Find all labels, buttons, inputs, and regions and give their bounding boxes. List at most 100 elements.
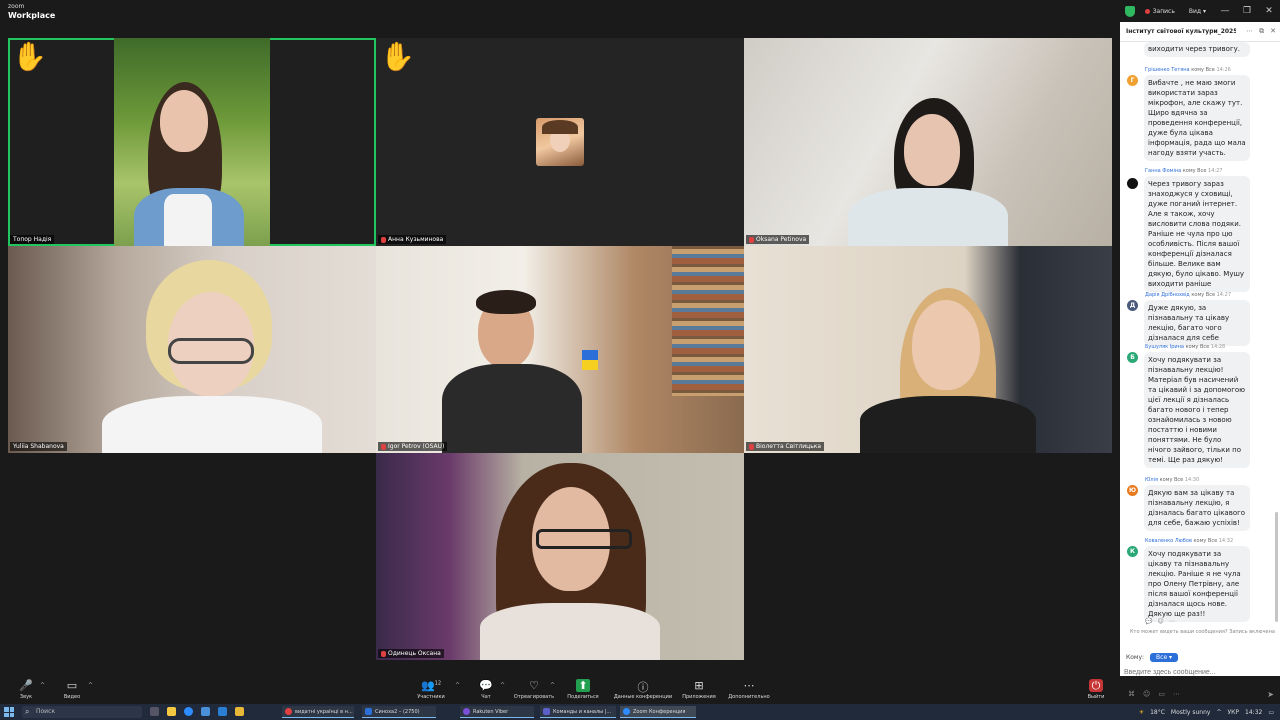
sender-name: Грішенко Тетяна bbox=[1145, 67, 1190, 73]
more-label: Дополнительно bbox=[728, 694, 770, 700]
popout-icon[interactable]: ⧉ bbox=[1259, 27, 1264, 36]
vscode-icon[interactable] bbox=[218, 707, 227, 716]
participant-name-tag: Oksana Petinova bbox=[746, 235, 810, 244]
minimize-icon: — bbox=[1220, 6, 1230, 16]
video-tile-7[interactable]: Одинець Оксана bbox=[376, 453, 744, 660]
taskbar-app-chrome[interactable]: видатні українці в н... bbox=[282, 706, 354, 718]
more-button[interactable]: ⋯ Дополнительно bbox=[727, 679, 771, 700]
participant-name-tag: Анна Кузьминова bbox=[378, 235, 447, 244]
weather-temp[interactable]: 18°C bbox=[1150, 709, 1165, 716]
participant-name-tag: Топор Надія bbox=[10, 235, 55, 244]
taskbar-app-label: Rakuten Viber bbox=[473, 708, 509, 715]
message-actions: 💬 ☺ ⋯ bbox=[1145, 618, 1175, 625]
chat-caret-icon[interactable]: ^ bbox=[500, 682, 505, 689]
message-recipient: кому Все bbox=[1191, 67, 1215, 73]
title-bar: zoom Workplace Запись Вид ▾ — ❐ ✕ bbox=[0, 0, 1280, 22]
view-button[interactable]: Вид ▾ bbox=[1189, 8, 1206, 15]
chat-input[interactable] bbox=[1124, 667, 1274, 677]
audio-options-caret-icon[interactable]: ^ bbox=[40, 682, 45, 689]
more-icon[interactable]: ⋯ bbox=[1169, 618, 1175, 625]
sender-avatar: Д bbox=[1127, 300, 1138, 311]
zoom-icon bbox=[623, 708, 630, 715]
tray-caret-icon[interactable]: ^ bbox=[1216, 709, 1221, 716]
react-button[interactable]: ♡ Отреагировать bbox=[514, 679, 554, 700]
close-window-button[interactable]: ✕ bbox=[1258, 0, 1280, 22]
weather-desc[interactable]: Mostly sunny bbox=[1171, 709, 1211, 716]
video-button[interactable]: ▭ Видео bbox=[52, 679, 92, 700]
participants-button[interactable]: 👥12 Участники bbox=[411, 679, 451, 700]
taskbar-app-zoom[interactable]: Zoom Конференция bbox=[620, 706, 696, 718]
taskbar-app-mail[interactable]: Синоха2 – (2750) bbox=[362, 706, 436, 718]
visibility-notice[interactable]: Кто может видеть ваши сообщения? Запись … bbox=[1130, 629, 1278, 636]
clock[interactable]: 14:32 bbox=[1245, 709, 1262, 716]
restore-button[interactable]: ❐ bbox=[1236, 0, 1258, 22]
share-button[interactable]: ⬆ Поделиться bbox=[563, 679, 603, 700]
video-feed bbox=[376, 453, 744, 660]
meeting-info-button[interactable]: ⓘ Данные конференции bbox=[614, 679, 672, 700]
notification-icon[interactable]: ▭ bbox=[1268, 709, 1274, 716]
video-options-caret-icon[interactable]: ^ bbox=[88, 682, 93, 689]
video-tile-3[interactable]: Oksana Petinova bbox=[744, 38, 1112, 246]
participant-name: Анна Кузьминова bbox=[388, 236, 444, 243]
message-time: 14:28 bbox=[1210, 344, 1226, 350]
explorer-icon[interactable] bbox=[167, 707, 176, 716]
taskbar-app-teams[interactable]: Команды и каналы |... bbox=[540, 706, 616, 718]
raised-hand-icon: ✋ bbox=[380, 40, 415, 73]
message-time: 14:26 bbox=[1216, 67, 1231, 73]
apps-label: Приложения bbox=[682, 694, 716, 700]
reply-icon[interactable]: 💬 bbox=[1145, 618, 1152, 625]
record-label[interactable]: Запись bbox=[1153, 8, 1175, 15]
browser-icon[interactable] bbox=[184, 707, 193, 716]
more-options-icon[interactable]: ⋯ bbox=[1246, 27, 1253, 36]
folder-icon[interactable] bbox=[235, 707, 244, 716]
info-icon: ⓘ bbox=[637, 681, 649, 694]
format-icon[interactable]: ⌘ bbox=[1128, 690, 1135, 698]
video-tile-2[interactable]: ✋ Анна Кузьминова bbox=[376, 38, 744, 246]
avatar-letter: Г bbox=[1130, 77, 1135, 84]
chat-message: Хочу подякувати за цікаву та пізнавальну… bbox=[1144, 546, 1250, 622]
security-shield-icon[interactable] bbox=[1124, 5, 1135, 17]
minimize-button[interactable]: — bbox=[1214, 0, 1236, 22]
video-tile-6[interactable]: Віолетта Світлицька bbox=[744, 246, 1112, 453]
react-caret-icon[interactable]: ^ bbox=[550, 682, 555, 689]
taskbar-search[interactable]: Поиск bbox=[22, 706, 142, 718]
system-tray: ☀ 18°C Mostly sunny ^ УКР 14:32 ▭ bbox=[1139, 706, 1274, 718]
participants-icon: 👥12 bbox=[421, 679, 441, 692]
close-chat-icon[interactable]: ✕ bbox=[1270, 27, 1276, 36]
os-taskbar: Поиск видатні українці в н... Синоха2 – … bbox=[0, 704, 1280, 720]
task-view-icon[interactable] bbox=[150, 707, 159, 716]
video-tile-4[interactable]: Yuliia Shabanova bbox=[8, 246, 376, 453]
heart-icon: ♡ bbox=[529, 679, 539, 692]
emoji-icon[interactable]: ☺ bbox=[1157, 618, 1163, 625]
flag bbox=[582, 350, 598, 370]
recipient-value: Все bbox=[1156, 654, 1168, 661]
message-sender: Бушуляк Ірина кому Все 14:28 bbox=[1145, 344, 1225, 350]
store-icon[interactable] bbox=[201, 707, 210, 716]
sender-name: Юлія bbox=[1145, 477, 1158, 483]
send-icon[interactable]: ➤ bbox=[1267, 690, 1274, 699]
more-tools-icon[interactable]: ⋯ bbox=[1173, 690, 1180, 698]
start-menu-icon[interactable] bbox=[4, 707, 14, 717]
message-sender: Ганна Фоміна кому Все 14:27 bbox=[1145, 168, 1222, 174]
avatar-photo bbox=[536, 118, 584, 166]
message-time: 14:27 bbox=[1208, 168, 1223, 174]
apps-button[interactable]: ⊞ Приложения bbox=[679, 679, 719, 700]
close-icon: ✕ bbox=[1265, 6, 1273, 16]
message-recipient: кому Все bbox=[1193, 538, 1218, 544]
participant-name: Топор Надія bbox=[13, 236, 52, 243]
view-caret-icon: ▾ bbox=[1202, 7, 1206, 15]
taskbar-app-viber[interactable]: Rakuten Viber bbox=[460, 706, 534, 718]
glasses bbox=[168, 338, 254, 364]
sender-name: Коваленко Любов bbox=[1145, 538, 1192, 544]
video-tile-1[interactable]: ✋ Топор Надія bbox=[8, 38, 376, 246]
participants-caret-icon[interactable]: ^ bbox=[455, 682, 460, 689]
taskbar-app-label: Синоха2 – (2750) bbox=[375, 708, 420, 715]
recipient-select[interactable]: Все ▾ bbox=[1150, 653, 1179, 662]
emoji-picker-icon[interactable]: ☺ bbox=[1143, 690, 1150, 698]
chat-scrollbar[interactable] bbox=[1275, 512, 1278, 622]
video-feed bbox=[744, 38, 1112, 246]
screenshot-icon[interactable]: ▭ bbox=[1158, 690, 1165, 698]
leave-button[interactable]: ⏻ Выйти bbox=[1076, 679, 1116, 700]
language-indicator[interactable]: УКР bbox=[1227, 709, 1239, 716]
video-tile-5[interactable]: Igor Petrov (OSAU) bbox=[376, 246, 744, 453]
